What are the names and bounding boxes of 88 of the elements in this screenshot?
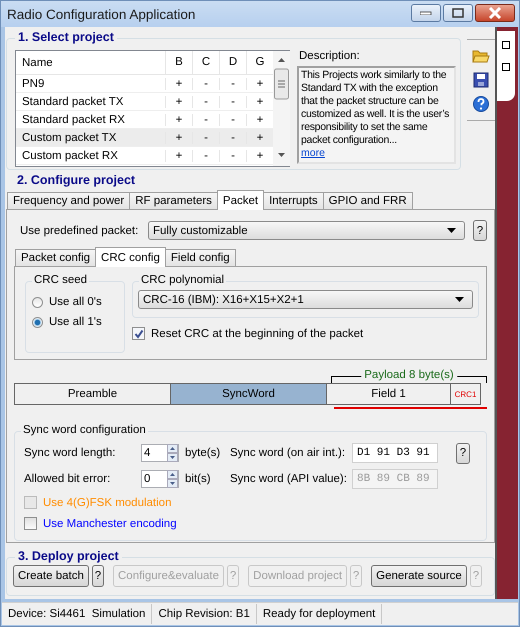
packet-segment[interactable]: CRC1 [450, 383, 481, 405]
column-header[interactable]: B [165, 51, 192, 74]
project-row[interactable]: Custom packet RX + - - + [16, 147, 273, 165]
sync-word-field[interactable]: D1 91 D3 91 [352, 443, 438, 463]
project-row[interactable]: Custom packet TX + - - + [16, 129, 273, 147]
reset-crc-checkbox[interactable]: Reset CRC at the beginning of the packet [132, 327, 479, 340]
status-text: Chip Revision: B1 [152, 604, 257, 624]
status-text: Device: Si4461 Simulation [2, 604, 152, 624]
folder-icon[interactable] [472, 48, 490, 64]
tab[interactable]: Field config [164, 249, 236, 266]
predefined-packet-label: Use predefined packet: [20, 224, 140, 236]
help-button[interactable]: ? [92, 565, 104, 587]
table-cell: - [219, 132, 246, 144]
group-title: CRC polynomial [139, 274, 226, 286]
table-cell: + [165, 114, 192, 126]
minimize-button[interactable] [411, 4, 441, 22]
scrollbar[interactable] [273, 51, 290, 166]
predefined-packet-dropdown[interactable]: Fully customizable [148, 221, 465, 240]
window-title: Radio Configuration Application [7, 6, 196, 22]
tab[interactable]: Packet [216, 190, 264, 210]
table-cell: - [192, 150, 219, 162]
section-title: 3. Deploy project [15, 549, 122, 563]
tab[interactable]: Interrupts [263, 192, 324, 209]
field-label: Sync word length: [24, 447, 116, 459]
help-button[interactable]: ? [456, 442, 470, 464]
table-cell: + [165, 96, 192, 108]
tab[interactable]: Frequency and power [7, 192, 130, 209]
description-text: This Projects work similarly to the Standard TX with the exception that the packet structure can be customized as well. It is the user’s responsibility to set the same packet configuration... [301, 69, 450, 147]
unit-label: byte(s) [184, 447, 222, 459]
caret-icon [455, 297, 464, 302]
deploy-button[interactable]: Create batch [13, 565, 89, 587]
close-icon [488, 7, 502, 19]
table-cell: - [192, 114, 219, 126]
description-label: Description: [298, 50, 361, 64]
tab[interactable]: GPIO and FRR [322, 192, 413, 209]
table-cell: - [192, 78, 219, 90]
deploy-button[interactable]: Generate source [371, 565, 467, 587]
crc-polynomial-dropdown[interactable]: CRC-16 (IBM): X16+X15+X2+1 [138, 290, 473, 309]
table-cell: - [219, 150, 246, 162]
more-link[interactable]: more [301, 147, 325, 159]
maximize-icon [452, 8, 464, 18]
table-cell-text: Custom packet TX [21, 132, 118, 144]
column-header[interactable]: D [219, 51, 246, 74]
table-cell: - [219, 96, 246, 108]
tab[interactable]: CRC config [95, 247, 166, 267]
radio-option[interactable]: Use all 0's [32, 296, 124, 308]
table-cell: + [165, 150, 192, 162]
packet-segment[interactable]: Field 1 [326, 383, 450, 405]
side-tab[interactable] [497, 31, 515, 101]
status-text: Ready for deployment [256, 604, 382, 624]
table-cell-text: Standard packet RX [21, 114, 126, 126]
help-icon[interactable] [473, 96, 489, 112]
maximize-button[interactable] [443, 4, 473, 22]
number-spinner[interactable]: 4 [141, 444, 179, 462]
project-row[interactable]: PN9 + - - + [16, 75, 273, 93]
group-title: CRC seed [32, 274, 90, 286]
table-cell-text: Standard packet TX [21, 96, 124, 108]
minimize-icon [420, 11, 432, 15]
save-icon[interactable] [473, 72, 489, 88]
tab[interactable]: Packet config [15, 249, 96, 266]
table-cell: - [219, 78, 246, 90]
payload-label: Payload 8 byte(s) [361, 369, 457, 381]
table-cell: + [165, 132, 192, 144]
packet-segment[interactable]: Preamble [14, 383, 170, 405]
table-cell: + [165, 78, 192, 90]
field-label: Sync word (API value): [230, 473, 348, 485]
caret-icon [447, 228, 456, 233]
group-title: Sync word configuration [21, 424, 148, 436]
option-checkbox[interactable]: Use Manchester encoding [24, 513, 476, 534]
check-icon [134, 328, 144, 338]
number-spinner[interactable]: 0 [141, 470, 179, 488]
field-label: Allowed bit error: [24, 473, 112, 485]
column-header[interactable]: Name [16, 56, 165, 68]
radio-option[interactable]: Use all 1's [32, 316, 124, 328]
packet-segment[interactable]: SyncWord [170, 383, 326, 405]
table-cell-text: Custom packet RX [21, 150, 119, 162]
unit-label: bit(s) [184, 473, 212, 485]
tab[interactable]: RF parameters [129, 192, 218, 209]
table-cell: - [192, 132, 219, 144]
project-row[interactable]: Standard packet TX + - - + [16, 93, 273, 111]
help-button[interactable]: ? [473, 220, 487, 241]
section-title: 1. Select project [15, 30, 117, 44]
table-cell: - [219, 114, 246, 126]
table-cell: - [192, 96, 219, 108]
column-header[interactable]: C [192, 51, 219, 74]
close-button[interactable] [475, 4, 515, 22]
field-label: Sync word (on air int.): [230, 447, 346, 459]
table-cell-text: PN9 [21, 78, 46, 90]
